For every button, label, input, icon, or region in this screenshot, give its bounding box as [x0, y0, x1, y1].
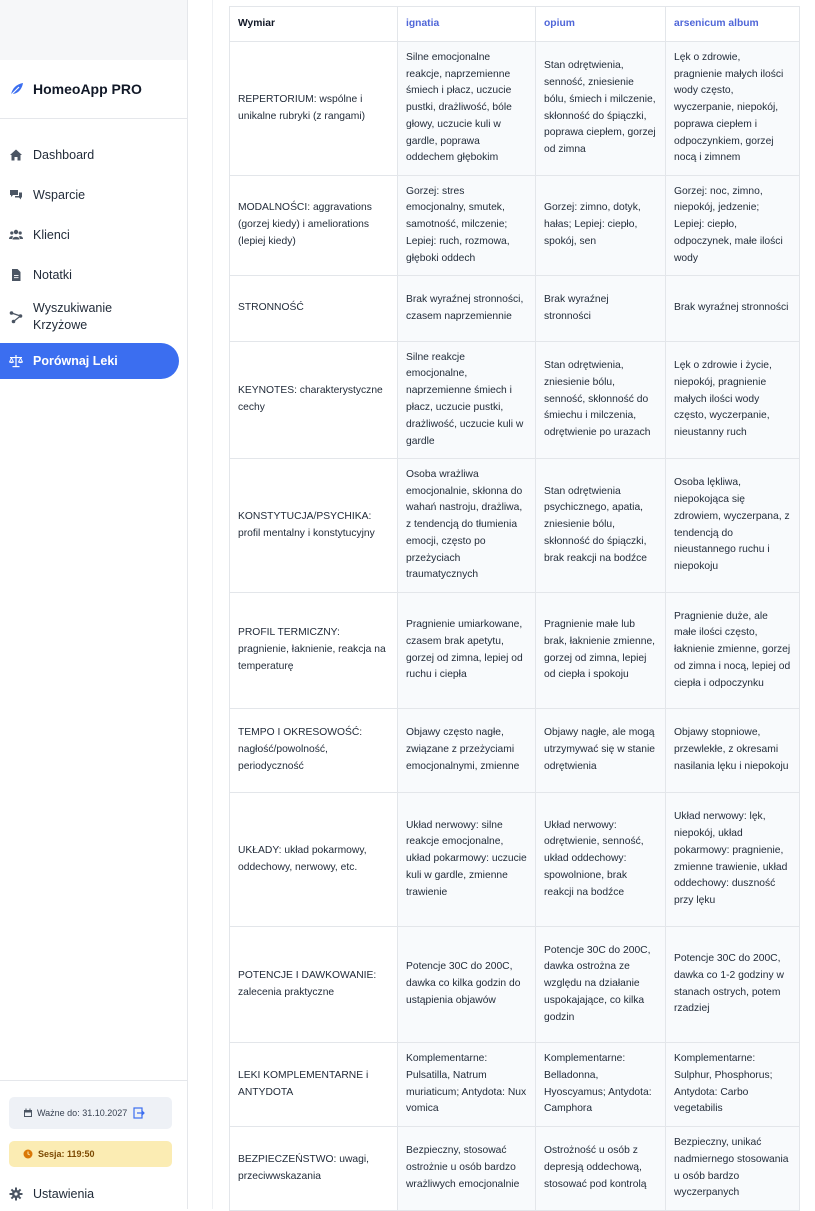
table-row: UKŁADY: układ pokarmowy, oddechowy, nerw…	[229, 792, 800, 927]
arsenicum-cell: Pragnienie duże, ale małe ilości często,…	[665, 592, 800, 709]
table-header-row: Wymiar ignatia opium arsenicum album	[229, 6, 800, 42]
sidebar-nav: Dashboard Wsparcie Klienci Notatki Wyszu…	[0, 119, 187, 379]
sidebar-item-label: Dashboard	[33, 148, 95, 162]
ignatia-cell: Układ nerwowy: silne reakcje emocjonalne…	[397, 792, 536, 927]
table-row: KEYNOTES: charakterystyczne cechy Silne …	[229, 341, 800, 459]
sidebar-footer: Ważne do: 31.10.2027 Sesja: 119:50 Ustaw…	[0, 1080, 187, 1209]
arsenicum-cell: Gorzej: noc, zimno, niepokój, jedzenie; …	[665, 175, 800, 276]
license-valid-badge: Ważne do: 31.10.2027	[9, 1097, 172, 1129]
dimension-cell: TEMPO I OKRESOWOŚĆ: nagłość/powolność, p…	[229, 708, 398, 793]
sidebar-item-label: Notatki	[33, 268, 72, 282]
opium-cell: Stan odrętwienia psychicznego, apatia, z…	[535, 458, 666, 593]
sidebar-item-wsparcie[interactable]: Wsparcie	[0, 175, 179, 215]
ignatia-cell: Gorzej: stres emocjonalny, smutek, samot…	[397, 175, 536, 276]
settings-link[interactable]: Ustawienia	[9, 1187, 94, 1201]
license-valid-text: Ważne do: 31.10.2027	[37, 1108, 128, 1118]
logout-icon[interactable]	[133, 1107, 146, 1119]
session-timer: Sesja: 119:50	[9, 1141, 172, 1167]
dimension-cell: BEZPIECZEŃSTWO: uwagi, przeciwwskazania	[229, 1126, 398, 1211]
ignatia-cell: Objawy często nagłe, związane z przeżyci…	[397, 708, 536, 793]
sidebar-item-porownaj-leki[interactable]: Porównaj Leki	[0, 343, 179, 379]
opium-cell: Stan odrętwienia, senność, zniesienie bó…	[535, 41, 666, 176]
ignatia-cell: Osoba wrażliwa emocjonalnie, skłonna do …	[397, 458, 536, 593]
opium-cell: Stan odrętwienia, zniesienie bólu, senno…	[535, 341, 666, 459]
opium-cell: Potencje 30C do 200C, dawka ostrożna ze …	[535, 926, 666, 1043]
gear-icon	[9, 1187, 23, 1201]
calendar-icon	[24, 1108, 32, 1117]
header-remedy-arsenicum: arsenicum album	[665, 6, 800, 42]
table-row: STRONNOŚĆ Brak wyraźnej stronności, czas…	[229, 275, 800, 342]
document-icon	[12, 269, 21, 281]
dimension-cell: LEKI KOMPLEMENTARNE i ANTYDOTA	[229, 1042, 398, 1127]
arsenicum-cell: Osoba lękliwa, niepokojąca się zdrowiem,…	[665, 458, 800, 593]
main-content: Wymiar ignatia opium arsenicum album REP…	[212, 0, 815, 1211]
dimension-cell: REPERTORIUM: wspólne i unikalne rubryki …	[229, 41, 398, 176]
network-icon	[9, 311, 23, 324]
sidebar-item-klienci[interactable]: Klienci	[0, 215, 179, 255]
arsenicum-cell: Bezpieczny, unikać nadmiernego stosowani…	[665, 1126, 800, 1211]
table-row: TEMPO I OKRESOWOŚĆ: nagłość/powolność, p…	[229, 708, 800, 793]
dimension-cell: MODALNOŚCI: aggravations (gorzej kiedy) …	[229, 175, 398, 276]
sidebar-item-label: Porównaj Leki	[33, 354, 118, 368]
sidebar-item-notatki[interactable]: Notatki	[0, 255, 179, 295]
ignatia-cell: Pragnienie umiarkowane, czasem brak apet…	[397, 592, 536, 709]
header-dimension: Wymiar	[229, 6, 398, 42]
table-row: PROFIL TERMICZNY: pragnienie, łaknienie,…	[229, 592, 800, 709]
brand[interactable]: HomeoApp PRO	[0, 60, 187, 119]
dimension-cell: UKŁADY: układ pokarmowy, oddechowy, nerw…	[229, 792, 398, 927]
arsenicum-cell: Komplementarne: Sulphur, Phosphorus; Ant…	[665, 1042, 800, 1127]
app-name: HomeoApp PRO	[33, 81, 142, 97]
sidebar-item-dashboard[interactable]: Dashboard	[0, 135, 179, 175]
dimension-cell: POTENCJE I DAWKOWANIE: zalecenia praktyc…	[229, 926, 398, 1043]
dimension-cell: KEYNOTES: charakterystyczne cechy	[229, 341, 398, 459]
ignatia-cell: Bezpieczny, stosować ostrożnie u osób ba…	[397, 1126, 536, 1211]
opium-cell: Gorzej: zimno, dotyk, hałas; Lepiej: cie…	[535, 175, 666, 276]
dimension-cell: KONSTYTUCJA/PSYCHIKA: profil mentalny i …	[229, 458, 398, 593]
sidebar-item-label: Wsparcie	[33, 188, 86, 202]
table-row: POTENCJE I DAWKOWANIE: zalecenia praktyc…	[229, 926, 800, 1043]
ignatia-cell: Komplementarne: Pulsatilla, Natrum muria…	[397, 1042, 536, 1127]
arsenicum-cell: Układ nerwowy: lęk, niepokój, układ poka…	[665, 792, 800, 927]
opium-cell: Brak wyraźnej stronności	[535, 275, 666, 342]
comparison-table: Wymiar ignatia opium arsenicum album REP…	[229, 6, 800, 1211]
arsenicum-cell: Lęk o zdrowie, pragnienie małych ilości …	[665, 41, 800, 176]
session-text: Sesja: 119:50	[38, 1149, 95, 1159]
table-row: MODALNOŚCI: aggravations (gorzej kiedy) …	[229, 175, 800, 276]
sidebar-top-spacer	[0, 0, 187, 60]
ignatia-cell: Brak wyraźnej stronności, czasem naprzem…	[397, 275, 536, 342]
chat-icon	[10, 190, 22, 200]
header-remedy-ignatia: ignatia	[397, 6, 536, 42]
ignatia-cell: Silne reakcje emocjonalne, naprzemienne …	[397, 341, 536, 459]
table-row: REPERTORIUM: wspólne i unikalne rubryki …	[229, 41, 800, 176]
sidebar-item-label: Wyszukiwanie Krzyżowe	[33, 301, 113, 332]
opium-cell: Objawy nagłe, ale mogą utrzymywać się w …	[535, 708, 666, 793]
sidebar-item-wyszukiwanie-krzyzowe[interactable]: Wyszukiwanie Krzyżowe	[0, 295, 179, 339]
sidebar: HomeoApp PRO Dashboard Wsparcie Klienci …	[0, 0, 188, 1209]
opium-cell: Układ nerwowy: odrętwienie, senność, ukł…	[535, 792, 666, 927]
opium-cell: Komplementarne: Belladonna, Hyoscyamus; …	[535, 1042, 666, 1127]
sidebar-item-label: Klienci	[33, 228, 70, 242]
settings-label: Ustawienia	[33, 1187, 95, 1201]
opium-cell: Pragnienie małe lub brak, łaknienie zmie…	[535, 592, 666, 709]
home-icon	[10, 149, 22, 161]
header-remedy-opium: opium	[535, 6, 666, 42]
users-icon	[9, 229, 23, 240]
opium-cell: Ostrożność u osób z depresją oddechową, …	[535, 1126, 666, 1211]
dimension-cell: STRONNOŚĆ	[229, 275, 398, 342]
arsenicum-cell: Potencje 30C do 200C, dawka co 1-2 godzi…	[665, 926, 800, 1043]
ignatia-cell: Potencje 30C do 200C, dawka co kilka god…	[397, 926, 536, 1043]
table-row: LEKI KOMPLEMENTARNE i ANTYDOTA Komplemen…	[229, 1042, 800, 1127]
table-row: KONSTYTUCJA/PSYCHIKA: profil mentalny i …	[229, 458, 800, 593]
leaf-logo-icon	[10, 83, 23, 96]
ignatia-cell: Silne emocjonalne reakcje, naprzemienne …	[397, 41, 536, 176]
table-row: BEZPIECZEŃSTWO: uwagi, przeciwwskazania …	[229, 1126, 800, 1211]
clock-icon	[23, 1149, 33, 1159]
dimension-cell: PROFIL TERMICZNY: pragnienie, łaknienie,…	[229, 592, 398, 709]
arsenicum-cell: Brak wyraźnej stronności	[665, 275, 800, 342]
scale-icon	[9, 355, 23, 368]
arsenicum-cell: Lęk o zdrowie i życie, niepokój, pragnie…	[665, 341, 800, 459]
arsenicum-cell: Objawy stopniowe, przewlekłe, z okresami…	[665, 708, 800, 793]
